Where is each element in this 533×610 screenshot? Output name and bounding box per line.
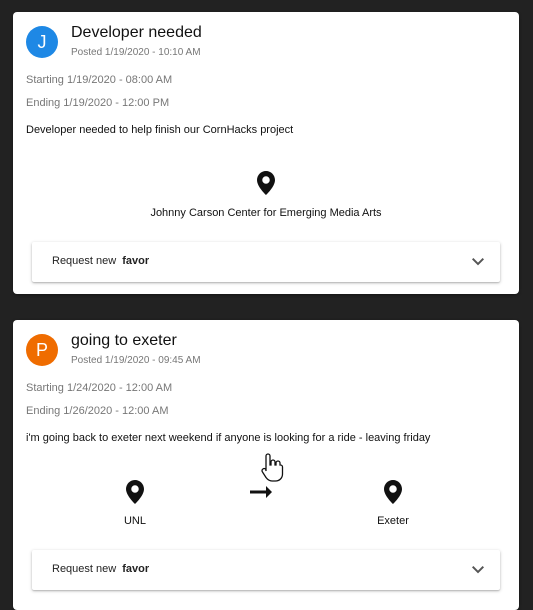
end-time: Ending 1/26/2020 - 12:00 AM	[26, 405, 169, 417]
end-time: Ending 1/19/2020 - 12:00 PM	[26, 97, 170, 109]
post-description: Developer needed to help finish our Corn…	[26, 124, 294, 136]
post-title: Developer needed	[71, 24, 202, 41]
start-time: Starting 1/24/2020 - 12:00 AM	[26, 382, 173, 394]
avatar: J	[26, 26, 58, 58]
arrow-right-icon	[250, 486, 272, 498]
origin-label: UNL	[123, 515, 146, 527]
request-favor-expander[interactable]: Request new favor	[32, 550, 500, 590]
post-description: i'm going back to exeter next weekend if…	[26, 432, 431, 444]
start-time: Starting 1/19/2020 - 08:00 AM	[26, 74, 173, 86]
avatar: P	[26, 334, 58, 366]
location-pin-icon	[126, 480, 144, 504]
destination-label: Exeter	[377, 515, 409, 527]
hand-pointer-cursor-icon	[261, 453, 284, 482]
request-favor-label: Request new favor	[52, 563, 150, 575]
posted-timestamp: Posted 1/19/2020 - 10:10 AM	[71, 47, 201, 58]
post-title: going to exeter	[71, 332, 177, 349]
chevron-down-icon[interactable]	[472, 257, 484, 267]
location-label: Johnny Carson Center for Emerging Media …	[150, 207, 382, 219]
request-favor-expander[interactable]: Request new favor	[32, 242, 500, 282]
chevron-down-icon[interactable]	[472, 565, 484, 575]
posted-timestamp: Posted 1/19/2020 - 09:45 AM	[71, 355, 201, 366]
request-favor-label: Request new favor	[52, 255, 150, 267]
post-card: J Developer needed Posted 1/19/2020 - 10…	[13, 12, 519, 294]
location-pin-icon	[257, 171, 275, 195]
location-pin-icon	[384, 480, 402, 504]
